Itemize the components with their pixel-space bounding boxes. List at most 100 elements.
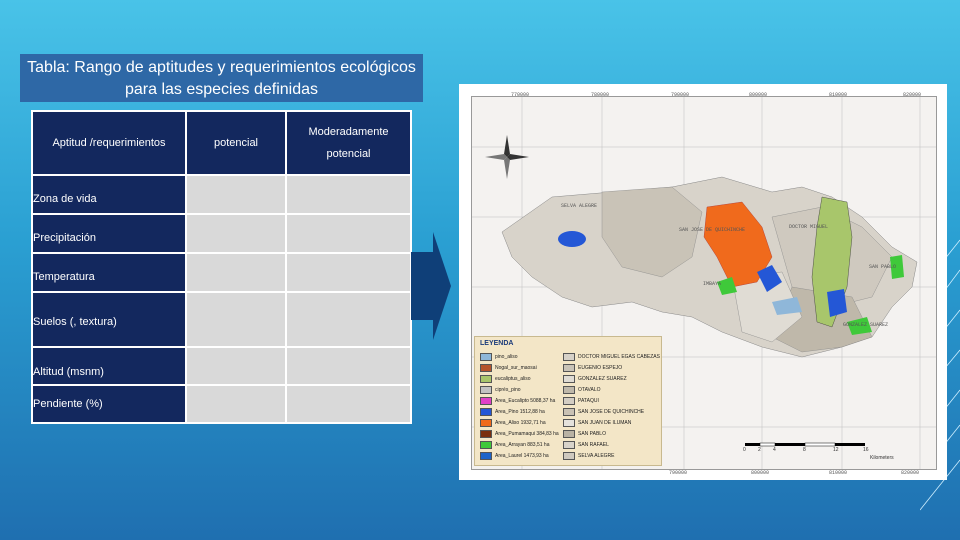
row-label: Pendiente (%) (31, 384, 187, 424)
scale-label: 0 (743, 447, 746, 453)
row-label: Suelos (, textura) (31, 291, 187, 348)
legend-item: GONZALEZ SUAREZ (563, 375, 627, 383)
legend-label: Area_Eucalipto 5088,37 ha (495, 398, 556, 404)
map-legend: LEYENDA pino_aliso Nogal_sur_maosaieucali… (474, 336, 662, 466)
row-label: Altitud (msnm) (31, 346, 187, 386)
legend-item: EUGENIO ESPEJO (563, 364, 622, 372)
scale-label: 8 (803, 447, 806, 453)
coord-label: 800000 (751, 470, 770, 476)
legend-item: DOCTOR MIGUEL EGAS CABEZAS (563, 353, 660, 361)
legend-item: SELVA ALEGRE (563, 452, 615, 460)
coord-label: 820000 (901, 470, 920, 476)
scale-label: 4 (773, 447, 776, 453)
map-region-label: SAN PABLO (869, 264, 897, 270)
legend-label: Area_Arrayan 883,51 ha (495, 442, 550, 448)
legend-label: PATAQUI (578, 398, 599, 404)
coord-label: 780000 (591, 92, 610, 98)
coord-label: 810000 (829, 92, 848, 98)
table-cell (285, 291, 412, 348)
row-label: Temperatura (31, 252, 187, 293)
coord-label: 800000 (749, 92, 768, 98)
legend-label: Area_Aliso 1932,71 ha (495, 420, 546, 426)
legend-swatch (563, 441, 575, 449)
legend-swatch (563, 397, 575, 405)
legend-label: EUGENIO ESPEJO (578, 365, 623, 371)
north-arrow-icon (485, 135, 529, 179)
legend-swatch (480, 430, 492, 438)
map-region-label: IMBAYA (703, 281, 722, 287)
legend-swatch (563, 408, 575, 416)
map-region-label: DOCTOR MIGUEL (789, 224, 829, 230)
arrow-right-icon (411, 232, 451, 340)
legend-label: SAN JOSE DE QUICHINCHE (578, 409, 645, 415)
legend-label: ciprés_pino (495, 387, 521, 393)
legend-item: PATAQUI (563, 397, 599, 405)
coord-label: 790000 (669, 470, 688, 476)
coord-label: 790000 (671, 92, 690, 98)
legend-item: SAN RAFAEL (563, 441, 609, 449)
legend-title: LEYENDA (480, 340, 514, 347)
legend-item: ciprés_pino (480, 386, 521, 394)
legend-item: Area_Eucalipto 5088,37 ha (480, 397, 555, 405)
table-cell (285, 384, 412, 424)
header-potencial: potencial (185, 110, 287, 176)
legend-label: DOCTOR MIGUEL EGAS CABEZAS (578, 354, 660, 360)
table-title-text: Tabla: Rango de aptitudes y requerimient… (27, 59, 416, 98)
header-aptitud: Aptitud /requerimientos (31, 110, 187, 176)
legend-item: SAN JOSE DE QUICHINCHE (563, 408, 644, 416)
table-cell (185, 174, 287, 215)
table-cell (285, 346, 412, 386)
table-cell (285, 252, 412, 293)
legend-swatch (563, 452, 575, 460)
legend-label: SAN PABLO (578, 431, 606, 437)
legend-swatch (563, 353, 575, 361)
legend-swatch (563, 364, 575, 372)
legend-swatch (563, 386, 575, 394)
legend-label: SAN RAFAEL (578, 442, 609, 448)
scale-unit: Kilometers (870, 455, 894, 461)
header-moderadamente: Moderadamente potencial (285, 110, 412, 176)
table-title: Tabla: Rango de aptitudes y requerimient… (20, 54, 423, 102)
map-region-label: SAN JOSE DE QUICHINCHE (679, 227, 746, 233)
table-cell (285, 213, 412, 254)
legend-swatch (480, 386, 492, 394)
scale-label: 12 (833, 447, 839, 453)
legend-swatch (563, 375, 575, 383)
legend-item: OTAVALO (563, 386, 601, 394)
scale-label: 16 (863, 447, 869, 453)
legend-label: eucaliptus_aliso (495, 376, 531, 382)
aptitude-table: Aptitud /requerimientos potencial Modera… (31, 110, 412, 424)
coord-label: 770000 (511, 92, 530, 98)
legend-swatch (480, 419, 492, 427)
legend-label: Area_Laurel 1473,93 ha (495, 453, 549, 459)
map-lake (558, 231, 586, 247)
legend-swatch (480, 375, 492, 383)
legend-item: Area_Laurel 1473,93 ha (480, 452, 549, 460)
row-label: Zona de vida (31, 174, 187, 215)
table-cell (185, 291, 287, 348)
legend-label: Area_Pumamaqui 384,83 ha (495, 431, 559, 437)
legend-label: SAN JUAN DE ILUMAN (578, 420, 632, 426)
table-cell (185, 384, 287, 424)
legend-swatch (480, 364, 492, 372)
table-cell (185, 213, 287, 254)
legend-item: SAN JUAN DE ILUMAN (563, 419, 631, 427)
legend-label: pino_aliso (495, 354, 518, 360)
scale-label: 2 (758, 447, 761, 453)
map-region-label: GONZALEZ SUAREZ (843, 322, 889, 328)
legend-label: GONZALEZ SUAREZ (578, 376, 627, 382)
map-region-label: SELVA ALEGRE (561, 203, 598, 209)
legend-label: OTAVALO (578, 387, 601, 393)
legend-item: Area_Arrayan 883,51 ha (480, 441, 549, 449)
table-cell (185, 346, 287, 386)
legend-swatch (480, 353, 492, 361)
legend-item: SAN PABLO (563, 430, 606, 438)
legend-item: eucaliptus_aliso (480, 375, 531, 383)
legend-item: Area_Aliso 1932,71 ha (480, 419, 546, 427)
legend-item: Nogal_sur_maosai (480, 364, 537, 372)
legend-item: pino_aliso (480, 353, 518, 361)
table-cell (185, 252, 287, 293)
legend-label: SELVA ALEGRE (578, 453, 615, 459)
row-label: Precipitación (31, 213, 187, 254)
legend-item: Area_Pumamaqui 384,83 ha (480, 430, 559, 438)
